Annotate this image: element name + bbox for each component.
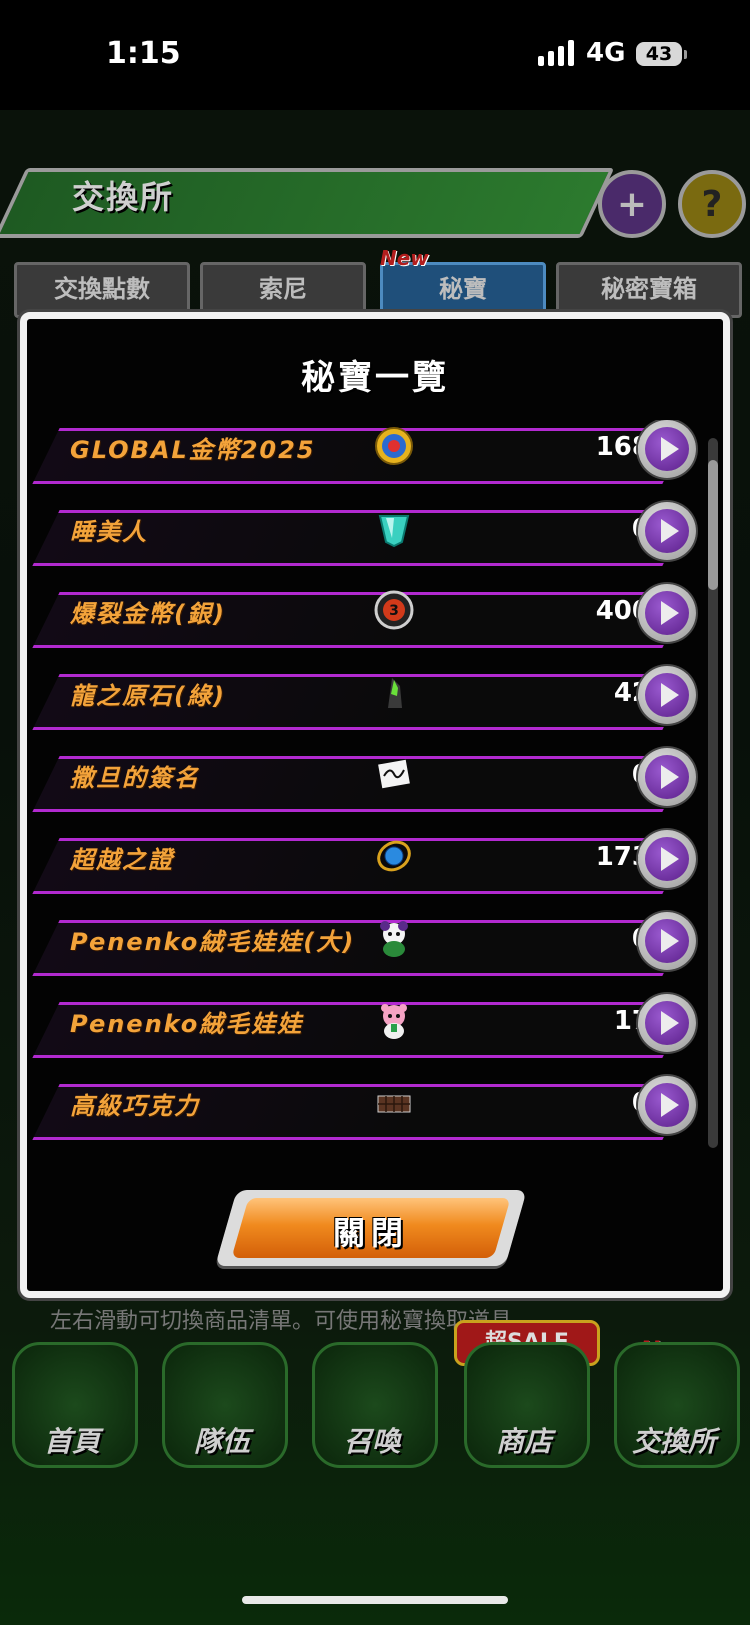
tab-treasure[interactable]: 秘寶 — [380, 262, 546, 318]
global-coin-icon — [375, 427, 413, 465]
nav-shop-label: 商店 — [495, 1425, 552, 1458]
item-name: GLOBAL金幣2025 — [70, 436, 316, 464]
play-icon[interactable] — [638, 584, 696, 642]
list-item: Penenko絨毛娃娃 17 — [30, 994, 710, 1064]
play-icon[interactable] — [638, 420, 696, 478]
nav-summon-label: 召喚 — [343, 1425, 400, 1458]
list-item: 高級巧克力 0 — [30, 1076, 710, 1146]
new-badge: New — [380, 246, 429, 270]
battery-tip — [684, 50, 687, 59]
home-indicator[interactable] — [242, 1596, 508, 1604]
item-name: Penenko絨毛娃娃(大) — [70, 928, 356, 956]
status-time: 1:15 — [106, 36, 181, 71]
close-button-label: 關閉 — [332, 1214, 409, 1252]
item-count: 17 — [613, 1006, 650, 1036]
item-name: 爆裂金幣(銀) — [70, 600, 226, 628]
play-icon[interactable] — [638, 912, 696, 970]
nav-exchange-label: 交換所 — [631, 1425, 716, 1458]
item-name: 龍之原石(綠) — [70, 682, 226, 710]
treasure-list[interactable]: GLOBAL金幣2025 168 睡美人 0 爆裂金幣(銀) 3 400 龍之原 — [30, 420, 710, 1155]
tab-secret-chest[interactable]: 秘密寶箱 — [556, 262, 742, 318]
crystal-icon — [378, 515, 410, 548]
item-name: 超越之證 — [70, 846, 174, 874]
item-count: 42 — [613, 678, 650, 708]
item-name: 撒旦的簽名 — [70, 764, 200, 792]
plus-button[interactable]: + — [598, 170, 666, 238]
panda-plush-icon — [380, 921, 408, 957]
item-count: 400 — [595, 596, 650, 626]
tab-exchange-points[interactable]: 交換點數 — [14, 262, 190, 318]
play-icon[interactable] — [638, 830, 696, 888]
help-button[interactable]: ? — [678, 170, 746, 238]
silver-coin-icon: 3 — [374, 590, 414, 630]
cellular-signal-icon — [538, 40, 576, 66]
green-ore-icon — [388, 678, 402, 708]
play-icon[interactable] — [638, 666, 696, 724]
list-item: 龍之原石(綠) 42 — [30, 666, 710, 736]
item-name: 高級巧克力 — [70, 1092, 200, 1120]
status-bar: 1:15 4G 43 — [0, 0, 750, 110]
item-count: 168 — [595, 432, 650, 462]
list-item: 超越之證 173 — [30, 830, 710, 900]
svg-text:3: 3 — [389, 603, 399, 619]
list-item: 睡美人 0 — [30, 502, 710, 572]
list-item: 撒旦的簽名 0 — [30, 748, 710, 818]
item-name: Penenko絨毛娃娃 — [70, 1010, 304, 1038]
plus-icon: + — [616, 183, 648, 225]
item-name: 睡美人 — [70, 518, 148, 546]
nav-team-label: 隊伍 — [193, 1425, 250, 1458]
network-type: 4G — [586, 38, 626, 68]
tab-sony[interactable]: 索尼 — [200, 262, 366, 318]
scrollbar-thumb[interactable] — [708, 460, 718, 590]
pink-plush-icon — [381, 1004, 407, 1039]
chocolate-icon — [377, 1095, 411, 1113]
list-item: GLOBAL金幣2025 168 — [30, 420, 710, 490]
dialog-title: 秘寶一覽 — [301, 358, 449, 398]
item-count: 0 — [510, 760, 650, 790]
nav-home-label: 首頁 — [43, 1425, 100, 1458]
list-item: 爆裂金幣(銀) 3 400 — [30, 584, 710, 654]
item-count: 0 — [510, 514, 650, 544]
question-icon: ? — [701, 183, 723, 225]
play-icon[interactable] — [638, 994, 696, 1052]
item-count: 0 — [510, 1088, 650, 1118]
list-item: Penenko絨毛娃娃(大) 0 — [30, 912, 710, 982]
item-count: 173 — [595, 842, 650, 872]
play-icon[interactable] — [638, 502, 696, 560]
play-icon[interactable] — [638, 1076, 696, 1134]
signature-card-icon — [378, 759, 410, 789]
play-icon[interactable] — [638, 748, 696, 806]
battery-icon: 43 — [636, 42, 682, 66]
item-count: 0 — [510, 924, 650, 954]
blue-medal-icon — [377, 840, 411, 872]
page-title: 交換所 — [72, 178, 175, 216]
